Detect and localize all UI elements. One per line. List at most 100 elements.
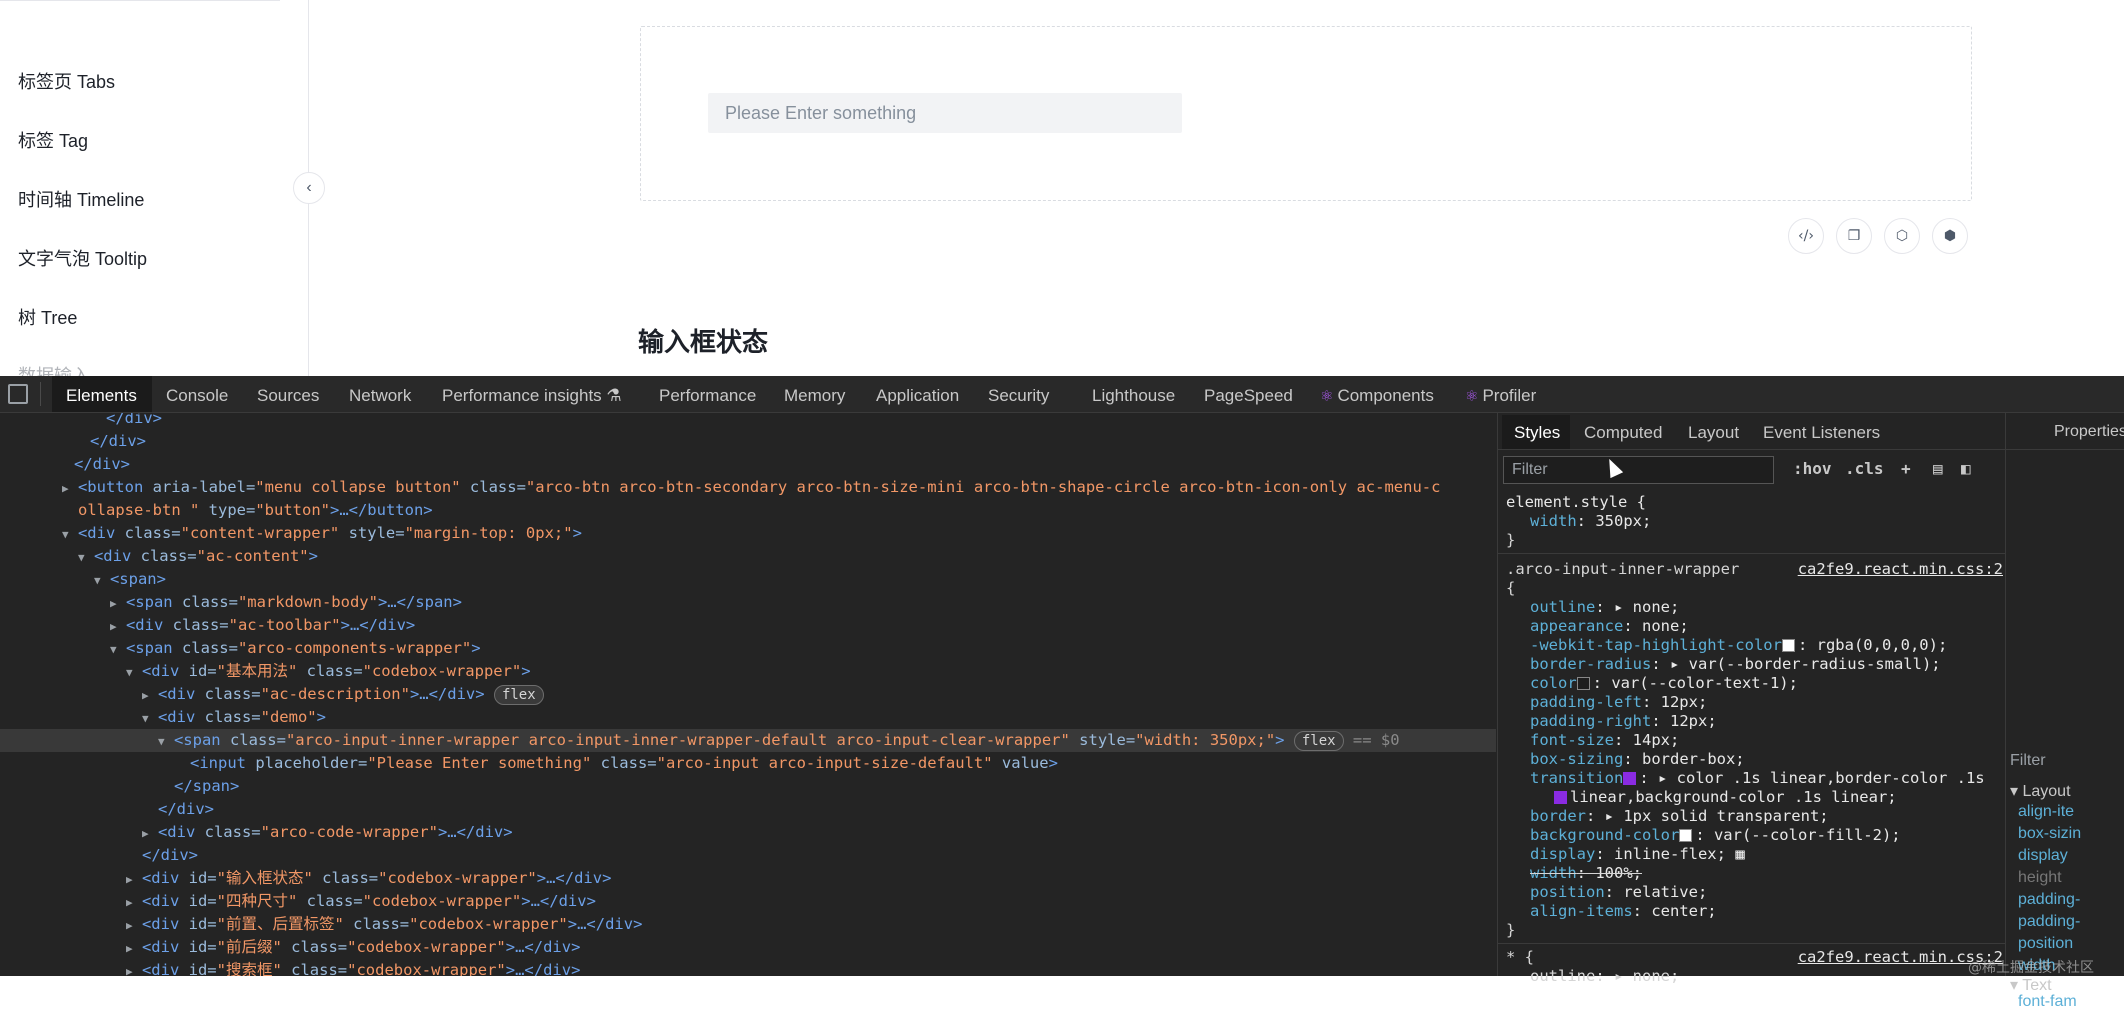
computed-prop[interactable]: box-sizin [2018,825,2081,843]
easing-swatch[interactable] [1623,772,1637,785]
dom-line[interactable]: ▼ <span> [0,568,1496,591]
dom-line[interactable]: ▶ <div id="输入框状态" class="codebox-wrapper… [0,867,1496,890]
style-prop[interactable]: font-size: 14px; [1530,731,1679,750]
style-prop[interactable]: transition: ▸ color .1s linear,border-co… [1530,769,1985,788]
style-prop[interactable]: outline: ▸ none; [1530,598,1679,617]
dom-line[interactable]: ▶ <span class="markdown-body">…</span> [0,591,1496,614]
tab-pagespeed[interactable]: PageSpeed [1204,386,1293,406]
style-prop[interactable]: border: ▸ 1px solid transparent; [1530,807,1829,826]
tab-network[interactable]: Network [349,386,411,406]
tab-layout[interactable]: Layout [1688,423,1739,443]
sidebar-item-timeline[interactable]: 时间轴 Timeline [18,186,144,212]
dom-line[interactable]: </div> [0,798,1496,821]
sidebar-group-data-input[interactable]: 数据输入 [18,362,90,376]
flex-editor-icon[interactable]: ▦ [1735,845,1744,863]
source-link[interactable]: ca2fe9.react.min.css:2 [1798,560,2003,579]
dom-line[interactable]: ▼ <div class="ac-content"> [0,545,1496,568]
sidebar-item-tabs[interactable]: 标签页 Tabs [18,68,115,94]
tab-components[interactable]: ⚛ Components [1320,386,1434,406]
computed-prop[interactable]: position [2018,935,2073,953]
flex-badge[interactable]: flex [493,685,544,705]
dom-line[interactable]: </div> [0,413,1496,430]
layout-section-header[interactable]: ▾ Layout [2010,781,2071,801]
dom-line[interactable]: ▶ <div class="ac-description">…</div> fl… [0,683,1496,706]
dom-line[interactable]: </div> [0,844,1496,867]
dom-line[interactable]: </div> [0,453,1496,476]
sidebar-item-tooltip[interactable]: 文字气泡 Tooltip [18,245,147,271]
tab-profiler[interactable]: ⚛ Profiler [1465,386,1536,406]
style-prop[interactable]: -webkit-tap-highlight-color: rgba(0,0,0,… [1530,636,1947,655]
style-prop[interactable]: display: inline-flex; ▦ [1530,845,1745,864]
tab-security[interactable]: Security [988,386,1049,406]
dom-line-selected[interactable]: ▼ <span class="arco-input-inner-wrapper … [0,729,1496,752]
dom-line[interactable]: <input placeholder="Please Enter somethi… [0,752,1496,775]
dom-line[interactable]: ▼ <div class="demo"> [0,706,1496,729]
color-swatch[interactable] [1781,639,1795,652]
tab-styles[interactable]: Styles [1514,423,1560,443]
dom-line[interactable]: ▶ <button aria-label="menu collapse butt… [0,476,1496,499]
easing-swatch[interactable] [1554,791,1567,804]
style-prop[interactable]: appearance: none; [1530,617,1689,636]
menu-collapse-button[interactable]: ‹ [293,172,325,204]
computed-prop[interactable]: height [2018,869,2062,887]
dom-line[interactable]: ▼ <div class="content-wrapper" style="ma… [0,522,1496,545]
device-toolbar-icon[interactable] [8,384,28,404]
computed-prop[interactable]: align-ite [2018,803,2074,821]
color-swatch[interactable] [1576,677,1590,690]
codesandbox-button[interactable]: ⬢ [1932,218,1968,254]
dom-line[interactable]: ollapse-btn " type="button">…</button> [0,499,1496,522]
style-prop[interactable]: background-color: var(--color-fill-2); [1530,826,1901,845]
tab-lighthouse[interactable]: Lighthouse [1092,386,1175,406]
style-prop[interactable]: border-radius: ▸ var(--border-radius-sma… [1530,655,1941,674]
tab-sources[interactable]: Sources [257,386,319,406]
tab-event-listeners[interactable]: Event Listeners [1763,423,1880,443]
elements-dom-tree[interactable]: </div> </div> </div> ▶ <button aria-labe… [0,413,1496,976]
new-rule-button[interactable]: + [1901,459,1911,478]
sidebar-item-tag[interactable]: 标签 Tag [18,127,88,153]
dom-line[interactable]: ▶ <div id="四种尺寸" class="codebox-wrapper"… [0,890,1496,913]
style-prop[interactable]: width: 350px; [1530,512,1651,531]
flex-badge[interactable]: flex [1293,731,1344,751]
tab-application[interactable]: Application [876,386,959,406]
dom-line[interactable]: ▶ <div class="ac-toolbar">…</div> [0,614,1496,637]
tab-properties[interactable]: Properties [2054,423,2124,441]
computed-prop[interactable]: display [2018,847,2068,865]
computed-filter-input[interactable]: Filter [2010,752,2124,780]
dom-line[interactable]: ▼ <div id="基本用法" class="codebox-wrapper"… [0,660,1496,683]
computed-prop[interactable]: padding- [2018,913,2080,931]
computed-prop[interactable]: padding- [2018,891,2080,909]
demo-input[interactable]: Please Enter something [708,93,1182,133]
copy-button[interactable]: ❐ [1836,218,1872,254]
sidebar-item-tree[interactable]: 树 Tree [18,304,77,330]
style-prop[interactable]: position: relative; [1530,883,1707,902]
computed-prop[interactable]: font-fam [2018,993,2077,1011]
color-swatch[interactable] [1679,829,1693,842]
style-prop[interactable]: align-items: center; [1530,902,1717,921]
tab-elements[interactable]: Elements [66,386,137,406]
dom-line[interactable]: </span> [0,775,1496,798]
style-prop[interactable]: padding-left: 12px; [1530,693,1707,712]
dom-line[interactable]: ▼ <span class="arco-components-wrapper"> [0,637,1496,660]
dom-line[interactable]: ▶ <div class="arco-code-wrapper">…</div> [0,821,1496,844]
style-prop-overridden[interactable]: width: 100%; [1530,864,1642,883]
tab-memory[interactable]: Memory [784,386,845,406]
dom-line[interactable]: </div> [0,430,1496,453]
dom-line[interactable]: ▶ <div id="前后缀" class="codebox-wrapper">… [0,936,1496,959]
text-section-header[interactable]: ▾ Text [2010,975,2052,995]
style-prop[interactable]: color: var(--color-text-1); [1530,674,1798,693]
style-prop[interactable]: padding-right: 12px; [1530,712,1717,731]
sidebar-toggle-icon[interactable]: ◧ [1961,459,1971,478]
tab-performance-insights[interactable]: Performance insights ⚗ [442,386,622,406]
code-button[interactable]: ‹/› [1788,218,1824,254]
tab-performance[interactable]: Performance [659,386,756,406]
dom-line[interactable]: ▶ <div id="搜索框" class="codebox-wrapper">… [0,959,1496,976]
tab-computed[interactable]: Computed [1584,423,1662,443]
paint-icon[interactable]: ▤ [1933,459,1943,478]
tab-console[interactable]: Console [166,386,228,406]
styles-filter-input[interactable]: Filter [1503,456,1774,484]
codepen-button[interactable]: ⬡ [1884,218,1920,254]
hover-state-toggle[interactable]: :hov [1793,459,1832,478]
class-toggle[interactable]: .cls [1845,459,1884,478]
dom-line[interactable]: ▶ <div id="前置、后置标签" class="codebox-wrapp… [0,913,1496,936]
style-prop[interactable]: outline: ▸ none; [1530,967,1679,986]
